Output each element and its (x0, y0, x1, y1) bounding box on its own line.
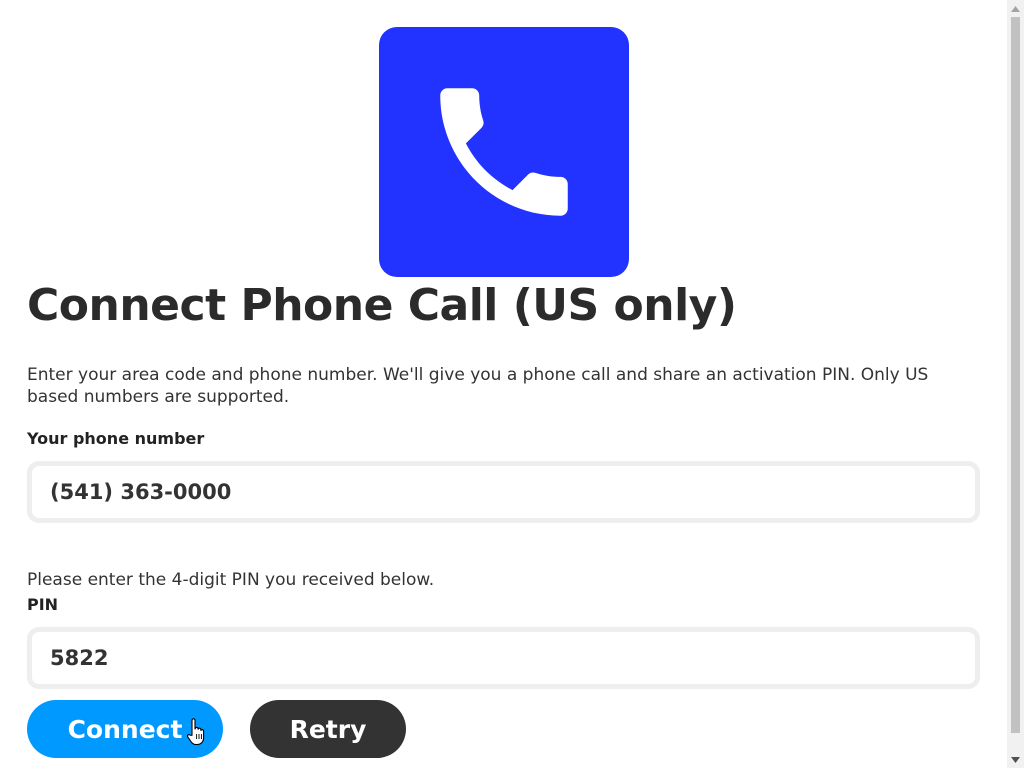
connect-button[interactable]: Connect (27, 700, 223, 758)
scroll-up-arrow-icon[interactable] (1007, 0, 1024, 17)
connect-page: Connect Phone Call (US only) Enter your … (0, 0, 1007, 768)
retry-button-label: Retry (289, 714, 367, 744)
pin-field-container (27, 627, 980, 689)
scroll-down-arrow-icon[interactable] (1007, 751, 1024, 768)
connect-button-label: Connect (67, 714, 183, 744)
pin-input[interactable] (32, 632, 975, 684)
description-text: Enter your area code and phone number. W… (27, 365, 929, 407)
page-title: Connect Phone Call (US only) (27, 280, 737, 331)
phone-icon (440, 88, 568, 216)
vertical-scrollbar[interactable] (1007, 0, 1024, 768)
phone-field-container (27, 461, 980, 523)
pin-hint-text: Please enter the 4-digit PIN you receive… (27, 570, 435, 590)
retry-button[interactable]: Retry (250, 700, 406, 758)
service-logo (379, 27, 629, 277)
phone-label: Your phone number (27, 429, 205, 448)
scrollbar-thumb[interactable] (1011, 17, 1020, 733)
phone-number-input[interactable] (32, 466, 975, 518)
pin-label: PIN (27, 595, 59, 614)
